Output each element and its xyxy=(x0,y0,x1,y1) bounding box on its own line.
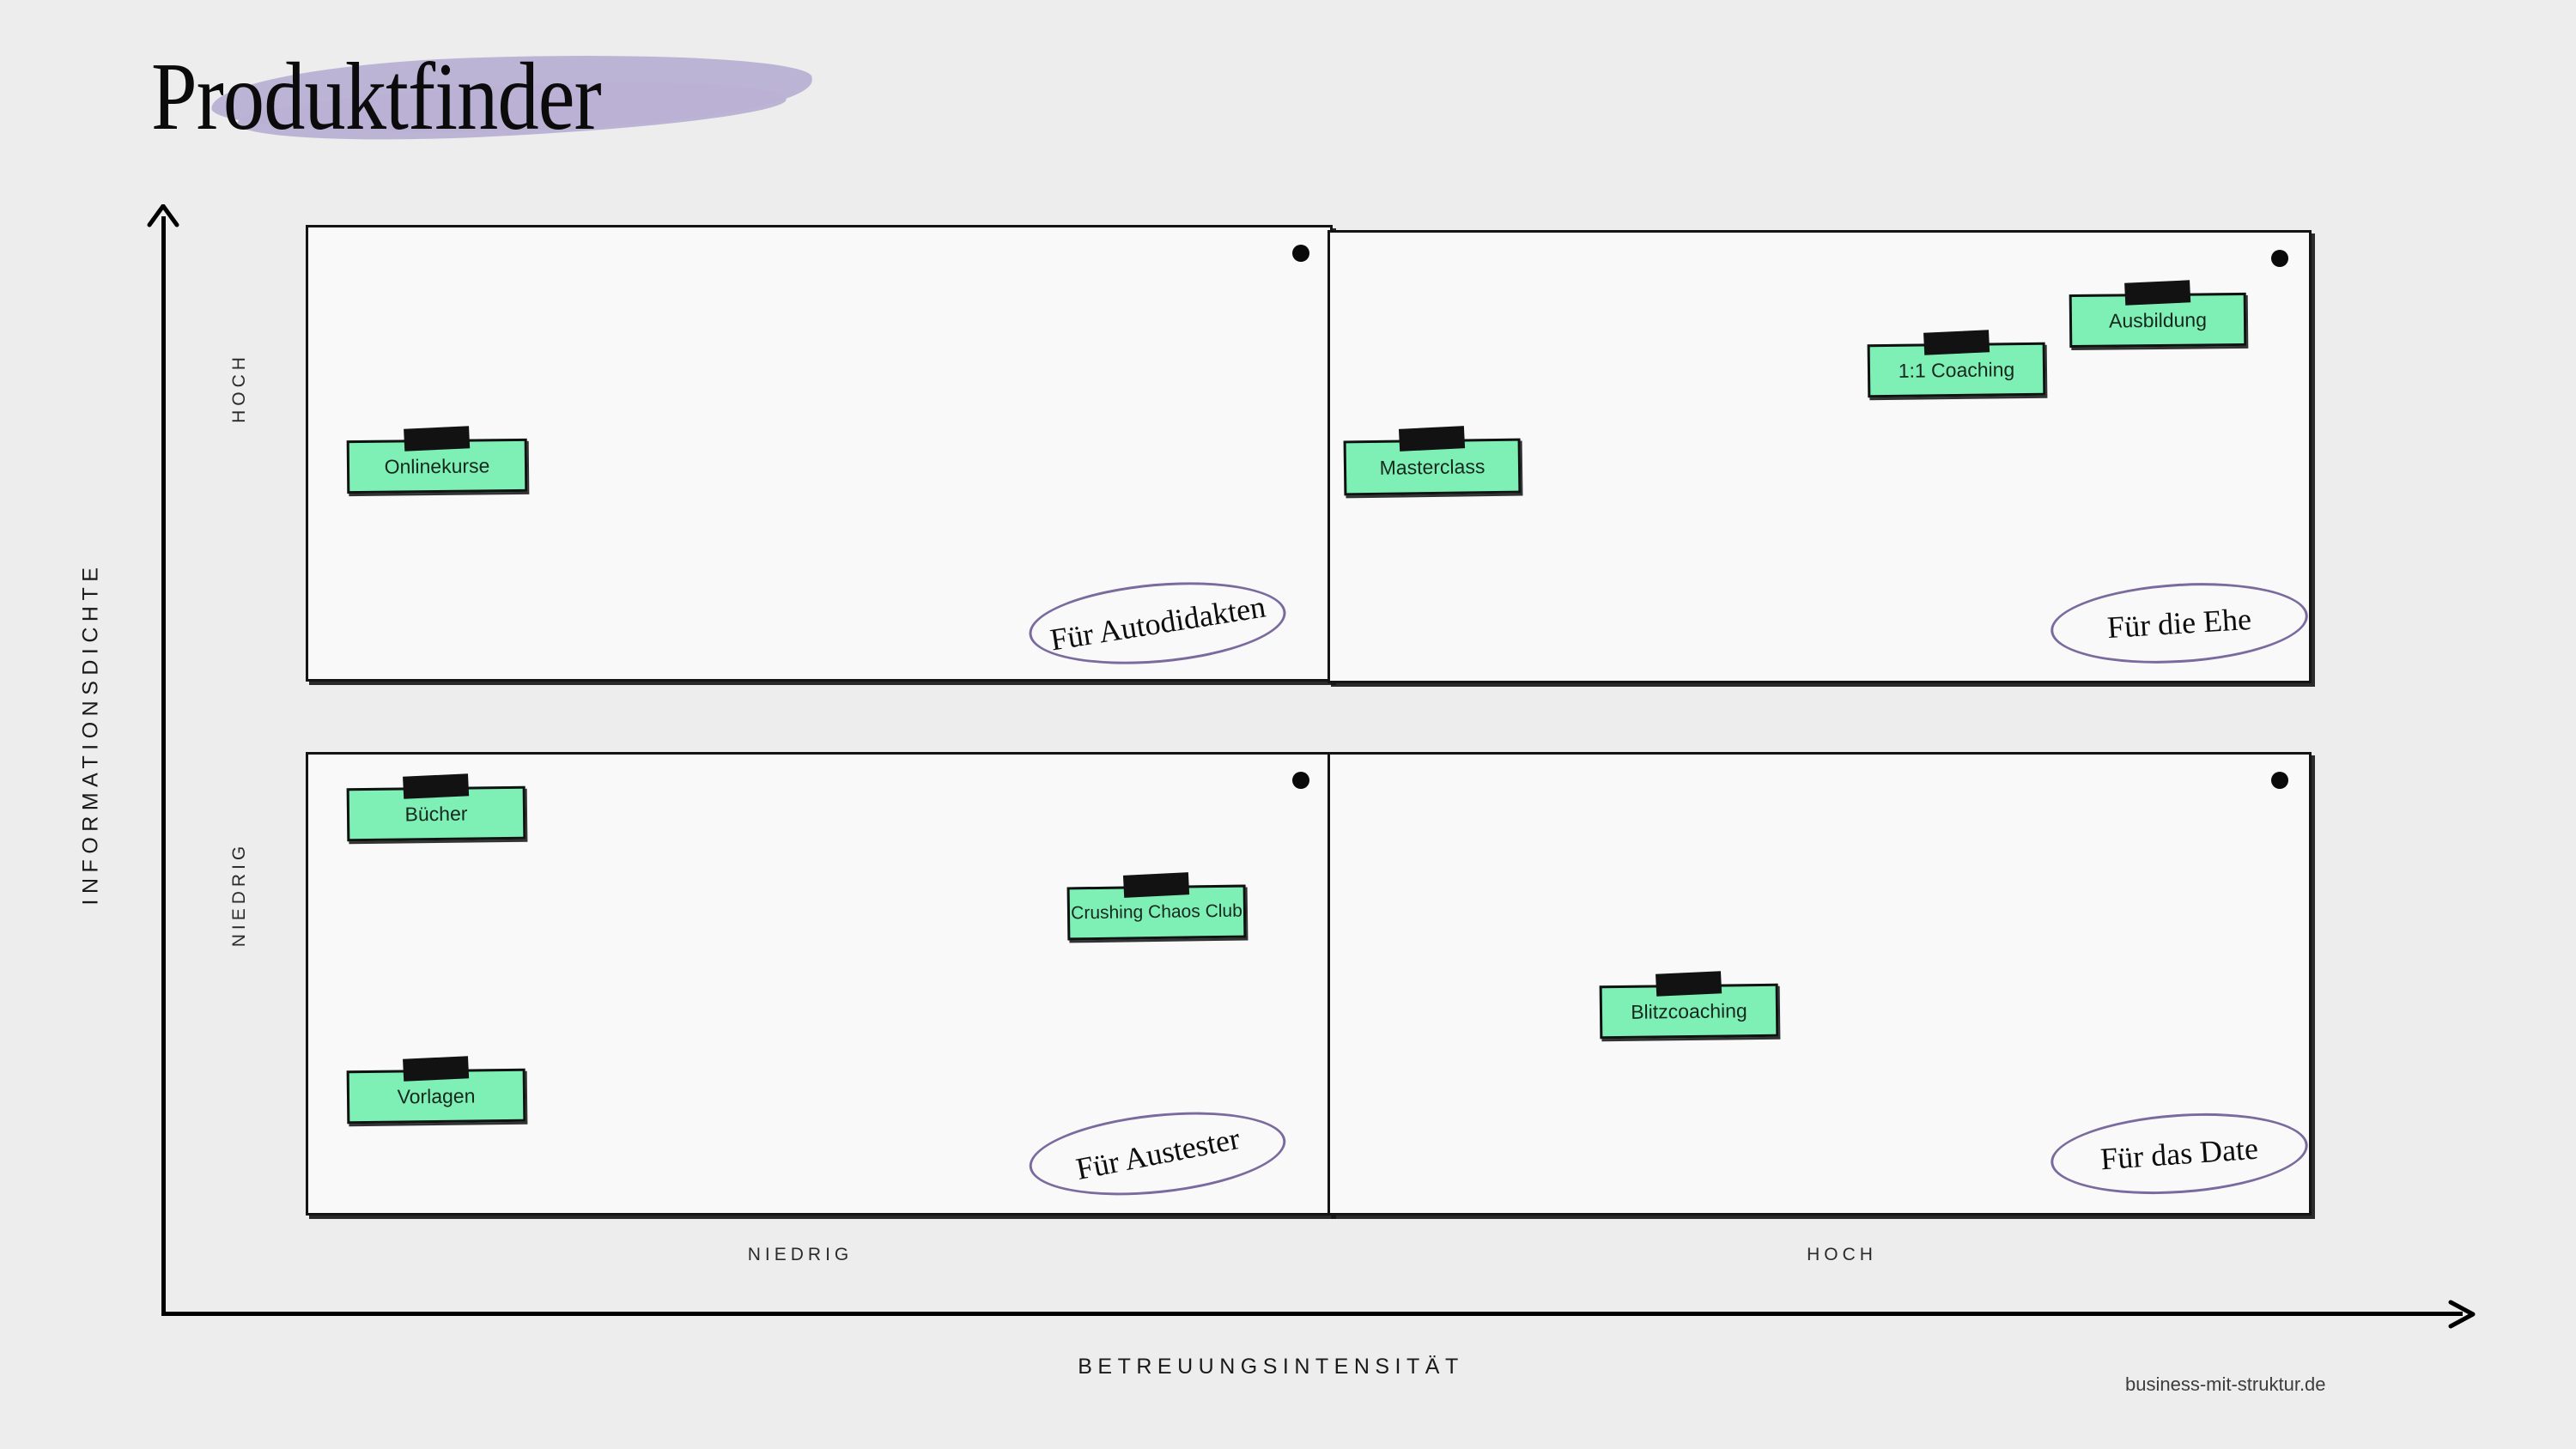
sticky-note-crushing-chaos-club[interactable]: Crushing Chaos Club xyxy=(1066,872,1247,941)
y-axis-arrow-icon xyxy=(147,204,179,227)
y-axis-line xyxy=(161,216,166,1315)
sticky-note-1-1-coaching[interactable]: 1:1 Coaching xyxy=(1867,330,2046,398)
canvas: Produktfinder INFORMATIONSDICHTE HOCH NI… xyxy=(0,0,2576,1449)
quadrant-corner-dot xyxy=(2271,250,2288,267)
x-axis-tick-niedrig: NIEDRIG xyxy=(747,1245,854,1264)
tape-icon xyxy=(403,773,470,799)
y-axis-label: INFORMATIONSDICHTE xyxy=(78,561,103,906)
footer-credit: business-mit-struktur.de xyxy=(2125,1373,2326,1395)
tape-icon xyxy=(1122,872,1190,898)
x-axis-tick-hoch: HOCH xyxy=(1807,1245,1877,1264)
sticky-note-masterclass[interactable]: Masterclass xyxy=(1343,426,1522,496)
tape-icon xyxy=(1398,426,1466,452)
page-title: Produktfinder xyxy=(151,33,975,161)
sticky-note-buecher[interactable]: Bücher xyxy=(346,773,526,842)
tape-icon xyxy=(2124,280,2191,306)
sticky-note-ausbildung[interactable]: Ausbildung xyxy=(2069,280,2247,349)
x-axis-arrow-icon xyxy=(2448,1300,2476,1329)
y-axis-tick-hoch: HOCH xyxy=(229,353,249,423)
tape-icon xyxy=(1923,330,1990,355)
quadrant-corner-dot xyxy=(2271,772,2288,789)
y-axis-tick-niedrig: NIEDRIG xyxy=(229,841,249,948)
page-title-text: Produktfinder xyxy=(151,44,602,150)
quadrant-corner-dot xyxy=(1292,772,1309,789)
sticky-note-onlinekurse[interactable]: Onlinekurse xyxy=(346,426,528,494)
sticky-note-vorlagen[interactable]: Vorlagen xyxy=(346,1056,526,1125)
x-axis-line xyxy=(161,1312,2463,1316)
tape-icon xyxy=(404,426,471,452)
tape-icon xyxy=(403,1056,470,1082)
quadrant-corner-dot xyxy=(1292,245,1309,262)
sticky-note-blitzcoaching[interactable]: Blitzcoaching xyxy=(1599,971,1779,1040)
tape-icon xyxy=(1656,971,1722,997)
x-axis-label: BETREUUNGSINTENSITÄT xyxy=(1078,1355,1464,1379)
